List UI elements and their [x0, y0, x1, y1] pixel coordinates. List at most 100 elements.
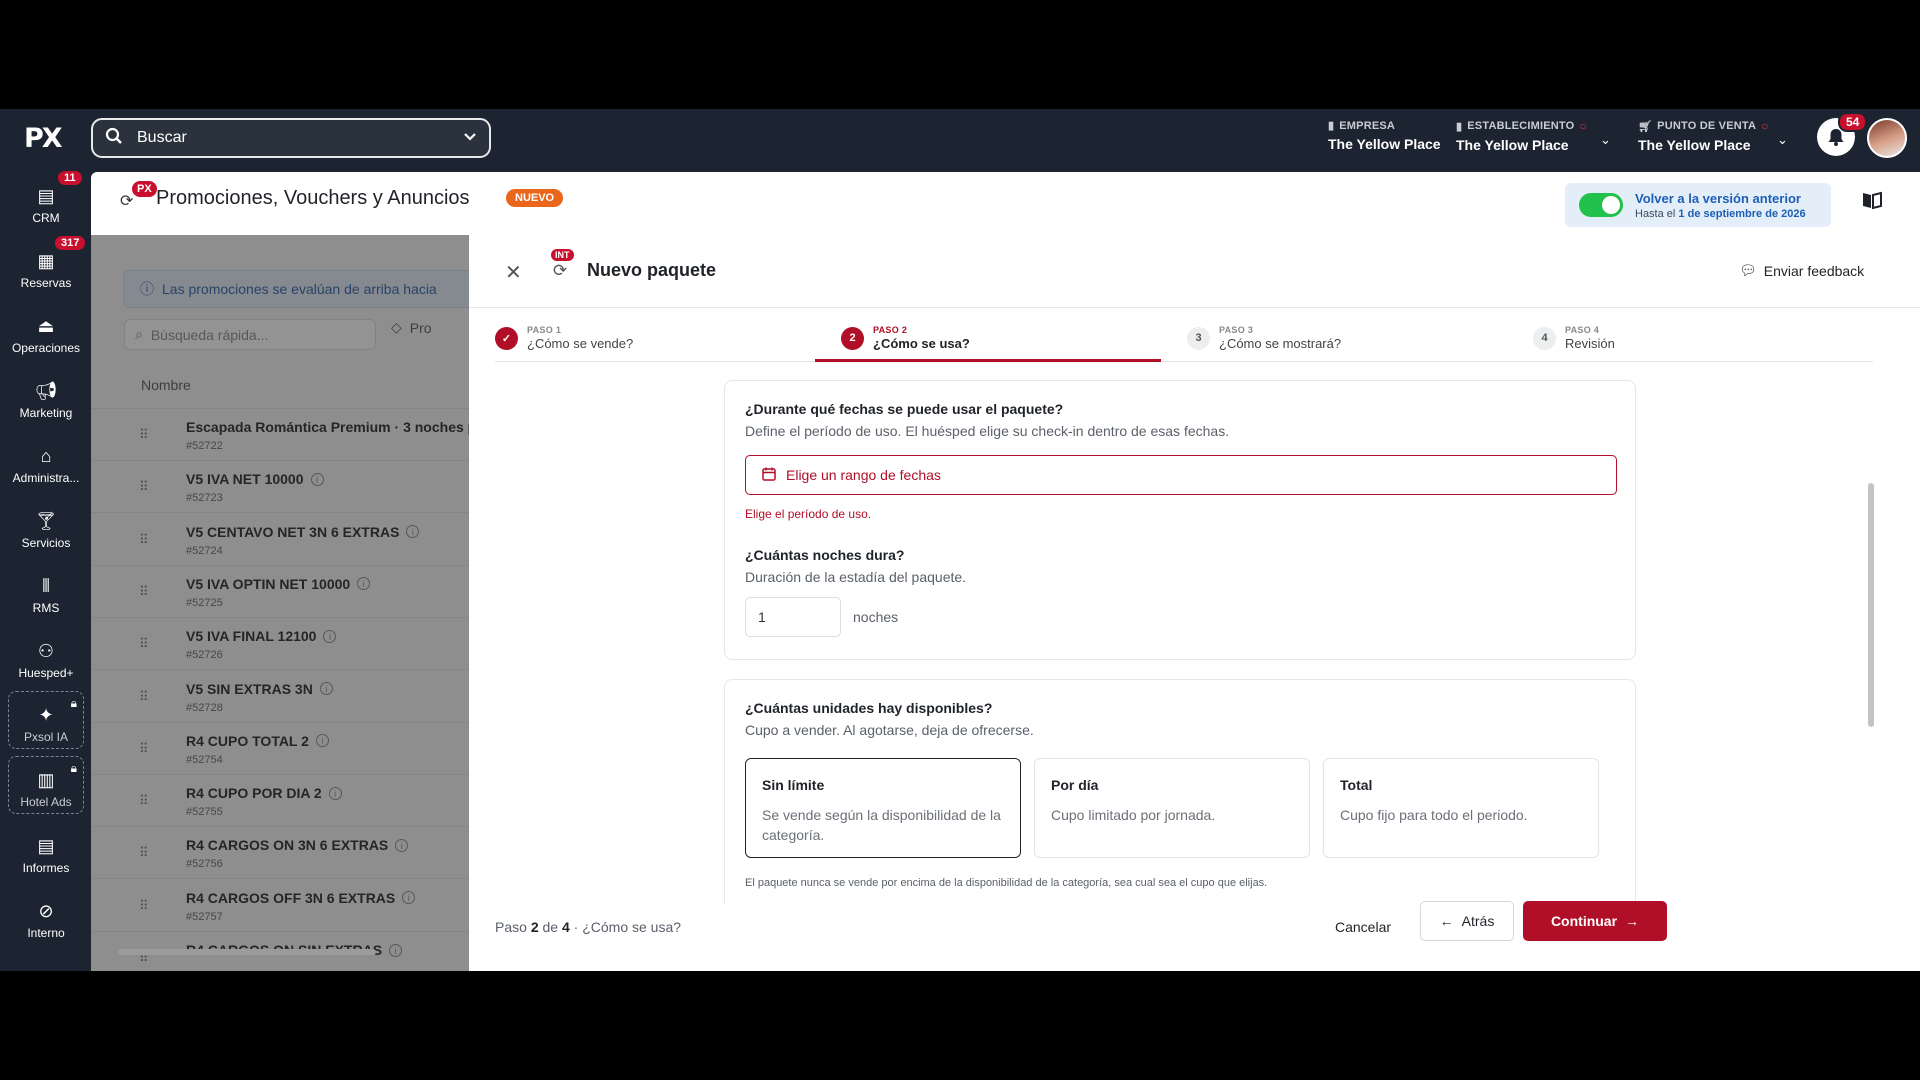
empresa-value: The Yellow Place	[1328, 136, 1441, 152]
step-3[interactable]: 3 PASO 3 ¿Cómo se mostrará?	[1187, 325, 1341, 351]
panel-title: Nuevo paquete	[587, 260, 717, 280]
close-icon[interactable]: ✕	[505, 260, 522, 285]
search-icon	[105, 127, 125, 150]
sidebar-item-reservas[interactable]: ▦ Reservas 317	[8, 236, 86, 294]
step-label: PASO 4	[1565, 325, 1600, 335]
empresa-selector[interactable]: ▮ EMPRESA The Yellow Place	[1328, 119, 1441, 153]
chevron-down-icon[interactable]: ⌄	[1777, 132, 1788, 148]
horizontal-scrollbar[interactable]	[118, 949, 376, 955]
modal-backdrop[interactable]	[91, 235, 469, 971]
step-number: 4	[1533, 326, 1556, 350]
step-text: ¿Cómo se vende?	[527, 336, 634, 351]
old-version-toggle[interactable]	[1579, 193, 1623, 217]
sidebar-item-informes[interactable]: ▤ Informes	[8, 821, 84, 879]
int-badge: INT	[551, 249, 574, 261]
option-description: Se vende según la disponibilidad de la c…	[762, 807, 1001, 843]
sidebar-item-label: Administra...	[12, 471, 80, 485]
px-badge: PX	[132, 181, 157, 197]
option-title: Total	[1340, 777, 1373, 793]
chart-icon: ⫴	[42, 576, 50, 596]
footer-of: de	[542, 919, 559, 935]
sidebar-item-label: Pxsol IA	[23, 730, 68, 744]
footer-step-indicator: Paso 2 de 4 · ¿Cómo se usa?	[495, 919, 681, 935]
footer-total: 4	[561, 919, 570, 935]
establecimiento-label: ESTABLECIMIENTO	[1467, 120, 1575, 132]
panel-footer: Paso 2 de 4 · ¿Cómo se usa? Cancelar ← At…	[469, 901, 1920, 971]
sidebar-item-administra[interactable]: ⌂ Administra...	[8, 431, 84, 489]
step-text: ¿Cómo se usa?	[873, 336, 970, 351]
chevron-down-icon[interactable]: ⌄	[1600, 132, 1611, 148]
send-feedback-button[interactable]: 💬︎ Enviar feedback	[1739, 262, 1864, 279]
establecimiento-value: The Yellow Place	[1456, 137, 1569, 153]
document-icon: ▤	[37, 836, 55, 856]
users-icon: ⚇	[37, 641, 55, 661]
arrow-left-icon: ←	[1439, 913, 1454, 929]
step-1[interactable]: ✓ PASO 1 ¿Cómo se vende?	[495, 325, 633, 351]
option-total[interactable]: Total Cupo fijo para todo el periodo.	[1323, 758, 1599, 858]
sidebar-item-huesped[interactable]: ⚇ Huesped+	[8, 626, 84, 684]
step-label: PASO 1	[527, 325, 562, 335]
sidebar-item-operaciones[interactable]: ⏏ Operaciones	[8, 301, 84, 359]
old-version-prefix: Hasta el	[1635, 207, 1676, 220]
chevron-down-icon[interactable]	[463, 129, 477, 147]
status-dot-icon: ○	[1761, 119, 1769, 133]
continue-button[interactable]: Continuar →	[1523, 901, 1667, 941]
feedback-label: Enviar feedback	[1763, 262, 1865, 279]
nights-question: ¿Cuántas noches dura?	[745, 547, 905, 563]
step-text: Revisión	[1565, 336, 1615, 351]
units-note: El paquete nunca se vende por encima de …	[745, 877, 1268, 889]
punto-venta-selector[interactable]: 🛒︎ PUNTO DE VENTA ○ The Yellow Place	[1638, 119, 1769, 153]
old-version-banner[interactable]: Volver a la versión anterior Hasta el 1 …	[1565, 183, 1831, 227]
date-range-picker[interactable]: Elige un rango de fechas	[745, 455, 1617, 495]
footer-prefix: Paso	[495, 919, 527, 935]
step-number: 2	[841, 326, 864, 350]
sidebar-item-servicios[interactable]: 🍸︎ Servicios	[8, 496, 84, 554]
back-label: Atrás	[1461, 913, 1495, 929]
new-package-panel: ✕ ⟳ INT Nuevo paquete 💬︎ Enviar feedback …	[469, 235, 1920, 971]
option-sin-limite[interactable]: Sin límite Se vende según la disponibili…	[745, 758, 1021, 858]
hotel-icon: ▮	[1456, 120, 1463, 133]
nights-input[interactable]: 1	[745, 597, 841, 637]
main-page: ⟳ PX Promociones, Vouchers y Anuncios NU…	[91, 172, 1920, 971]
sidebar-item-label: Reservas	[20, 276, 72, 290]
refresh-icon[interactable]: ⟳	[120, 191, 133, 211]
empresa-label: EMPRESA	[1339, 119, 1396, 132]
dates-question: ¿Durante qué fechas se puede usar el paq…	[745, 401, 1064, 417]
dates-description: Define el período de uso. El huésped eli…	[745, 423, 1230, 439]
divider	[469, 307, 1920, 308]
stepper-active-indicator	[815, 359, 1161, 362]
search-placeholder: Buscar	[137, 129, 187, 146]
step-4[interactable]: 4 PASO 4 Revisión	[1533, 325, 1615, 351]
sidebar-item-label: Servicios	[21, 536, 71, 550]
sidebar-item-crm[interactable]: ▤ CRM 11	[8, 171, 84, 229]
back-button[interactable]: ← Atrás	[1420, 901, 1514, 941]
option-por-dia[interactable]: Por día Cupo limitado por jornada.	[1034, 758, 1310, 858]
vertical-scrollbar[interactable]	[1868, 483, 1874, 727]
ban-icon: ⊘	[38, 901, 54, 921]
continue-label: Continuar	[1550, 913, 1618, 929]
establecimiento-selector[interactable]: ▮ ESTABLECIMIENTO ○ The Yellow Place	[1456, 119, 1587, 153]
sidebar-item-interno[interactable]: ⊘ Interno	[8, 886, 84, 944]
book-icon[interactable]	[1862, 191, 1882, 214]
sidebar-item-rms[interactable]: ⫴ RMS	[8, 561, 84, 619]
cancel-button[interactable]: Cancelar	[1335, 910, 1391, 944]
old-version-subtitle: Hasta el 1 de septiembre de 2026	[1635, 208, 1806, 220]
step-2[interactable]: 2 PASO 2 ¿Cómo se usa?	[841, 325, 970, 351]
pxsol-logo[interactable]: PX	[24, 123, 66, 154]
comment-icon: 💬︎	[1739, 262, 1757, 278]
footer-current: 2	[530, 919, 539, 935]
bell-service-icon: ⏏	[37, 316, 55, 336]
sidebar-item-pxsol-ia[interactable]: ✦ Pxsol IA 🔒︎	[8, 691, 84, 749]
calendar-icon	[762, 467, 776, 484]
sidebar-item-marketing[interactable]: 📢︎ Marketing	[8, 366, 84, 424]
option-title: Por día	[1051, 777, 1099, 793]
app-window: PX Buscar ▮ EMPRESA The Yellow Place ▮ EST…	[0, 109, 1920, 971]
step-text: ¿Cómo se mostrará?	[1219, 336, 1342, 351]
user-avatar[interactable]	[1867, 118, 1907, 158]
new-badge: NUEVO	[506, 189, 564, 207]
option-description: Cupo fijo para todo el periodo.	[1340, 807, 1528, 823]
refresh-icon[interactable]: ⟳	[553, 261, 567, 281]
chat-icon: ▤	[37, 186, 55, 206]
sidebar-item-hotel-ads[interactable]: ▥ Hotel Ads 🔒︎	[8, 756, 84, 814]
global-search[interactable]: Buscar	[91, 118, 491, 158]
